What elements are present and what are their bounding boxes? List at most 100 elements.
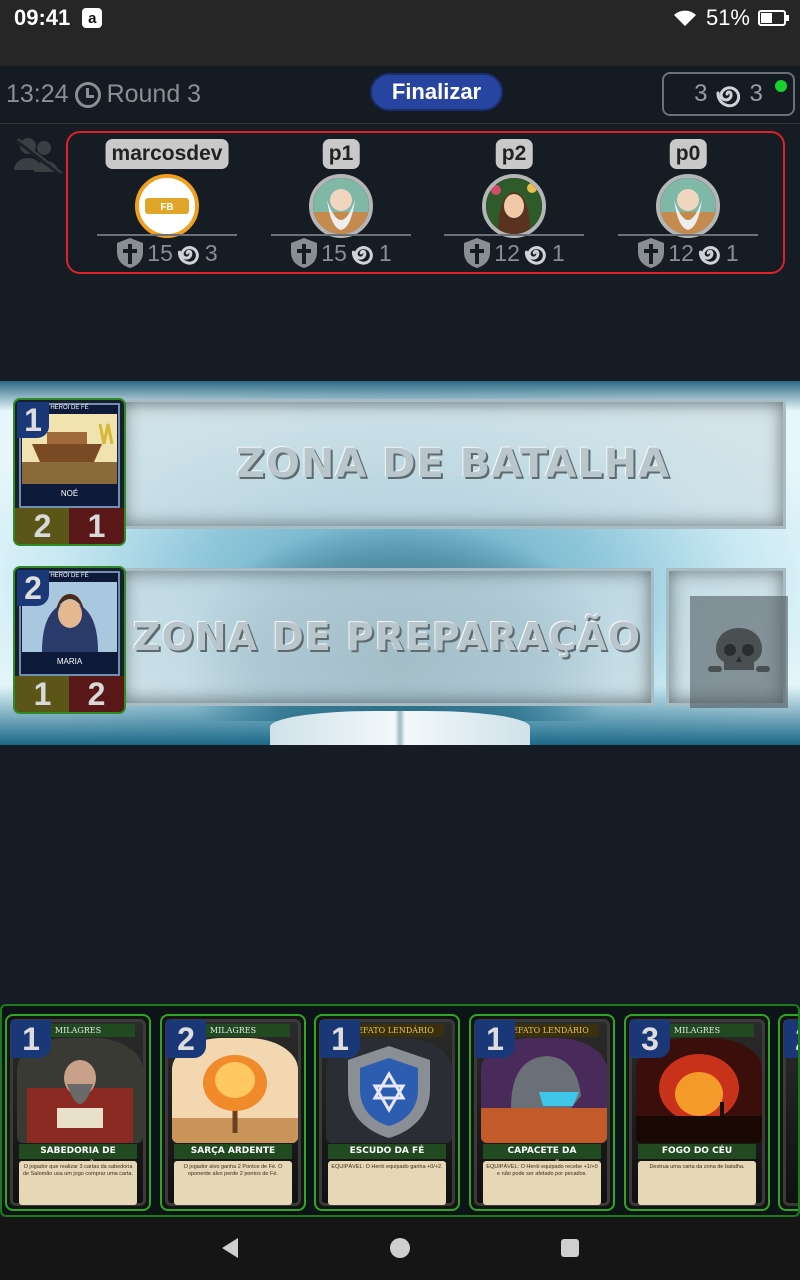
hand-card[interactable]: MILAGRES SARÇA ARDENTE O jogador alvo ga…: [160, 1014, 306, 1211]
shield-cross-icon: [464, 238, 491, 268]
graveyard-pile[interactable]: [690, 596, 788, 708]
battle-zone-label: ZONA DE BATALHA: [235, 441, 671, 487]
spiral-icon: [177, 246, 199, 265]
back-icon[interactable]: [220, 1237, 240, 1259]
player-faith: 12: [668, 239, 694, 266]
hand-card[interactable]: ARTEFATO LENDÁRIO CAPACETE DA SALVAÇÃO E…: [469, 1014, 615, 1211]
shield-cross-icon: [291, 238, 318, 268]
player-name: p2: [495, 139, 533, 169]
online-status-dot: [775, 80, 787, 92]
player-slot[interactable]: p0 12 1: [618, 139, 758, 269]
players-panel: marcosdev FB 15 3 p1 15 1 p2 12 1 p0 12 …: [66, 131, 785, 274]
card-cost: 1: [320, 1020, 360, 1058]
player-divider: [271, 234, 411, 236]
faith-battle-logo-icon: FB: [139, 178, 195, 234]
battle-card[interactable]: HERÓI DE FÉ NOÉ 1 2 1: [13, 398, 126, 546]
player-faith: 12: [494, 239, 520, 266]
spiral-icon: [698, 246, 720, 265]
player-slot[interactable]: marcosdev FB 15 3: [97, 139, 237, 269]
card-cost: 2: [784, 1020, 798, 1058]
player-slot[interactable]: p1 15 1: [271, 139, 411, 269]
player-mana: 3: [204, 239, 218, 266]
card-name: ESCUDO DA FÉ: [328, 1144, 446, 1159]
player-divider: [97, 234, 237, 236]
card-name: NOÉ: [60, 489, 79, 498]
wifi-icon: [673, 10, 696, 26]
player-name: p1: [322, 139, 360, 169]
card-name: MARIA: [56, 657, 83, 666]
spiral-icon: [716, 86, 740, 108]
old-sage-avatar-icon: [660, 178, 716, 234]
navigation-bar: [0, 1217, 800, 1280]
mana-right: 3: [749, 80, 763, 107]
mana-counter[interactable]: 3 3: [662, 72, 795, 116]
player-avatar: [482, 174, 546, 238]
game-screen: 09:41 a 51% 13:24 Round 3 Finalizar 3 3: [0, 0, 800, 1280]
player-divider: [618, 234, 758, 236]
round-label: Round 3: [106, 80, 202, 108]
home-icon[interactable]: [390, 1238, 410, 1258]
open-book-decoration: [270, 711, 530, 745]
timer-value: 13:24: [6, 80, 69, 108]
player-mana: 1: [725, 239, 739, 266]
player-name: marcosdev: [105, 139, 229, 169]
preparation-card[interactable]: HERÓI DE FÉ MARIA 2 1 2: [13, 566, 126, 714]
status-time: 09:41: [14, 5, 71, 30]
old-sage-avatar-icon: [313, 178, 369, 234]
finish-turn-button[interactable]: Finalizar: [370, 73, 503, 111]
card-text: EQUIPÁVEL: O Herói equipado recebe +1/+0…: [483, 1161, 601, 1205]
card-attack: 1: [15, 676, 70, 712]
game-board: ZONA DE BATALHA ZONA DE PREPARAÇÃO HERÓI…: [0, 381, 800, 745]
shield-cross-icon: [117, 238, 144, 268]
hand-card[interactable]: MILAGRES FOGO DO CÉU Destrua uma carta d…: [624, 1014, 770, 1211]
clock-icon: [74, 81, 101, 108]
card-defense: 2: [69, 676, 124, 712]
card-name: SABEDORIA DE SALOMÃO: [19, 1144, 137, 1171]
card-cost: 1: [475, 1020, 515, 1058]
mana-left: 3: [694, 80, 708, 107]
hand-card[interactable]: MILAGRES SABEDORIA DE SALOMÃO O jogador …: [5, 1014, 151, 1211]
amazon-app-icon: a: [82, 8, 103, 28]
player-divider: [444, 234, 584, 236]
player-avatar: [656, 174, 720, 238]
card-name: SARÇA ARDENTE: [174, 1144, 292, 1159]
woman-avatar-icon: [486, 178, 542, 234]
battery-icon: [758, 10, 789, 26]
skull-icon: [708, 628, 770, 672]
player-avatar: [309, 174, 373, 238]
top-bar: 13:24 Round 3 Finalizar 3 3: [0, 66, 800, 124]
hand-card[interactable]: ARTEFATO LENDÁRIO ESCUDO DA FÉ EQUIPÁVEL…: [314, 1014, 460, 1211]
spectators-icon[interactable]: [10, 136, 66, 176]
match-timer: 13:24 Round 3: [6, 80, 201, 109]
battle-zone[interactable]: ZONA DE BATALHA: [120, 399, 786, 529]
card-defense: 1: [69, 508, 124, 544]
shield-cross-icon: [638, 238, 665, 268]
status-right: 51%: [672, 5, 789, 31]
player-stats: 15 1: [273, 237, 409, 269]
player-stats: 15 3: [99, 237, 235, 269]
card-cost: 1: [11, 1020, 51, 1058]
card-attack: 2: [15, 508, 70, 544]
preparation-zone[interactable]: ZONA DE PREPARAÇÃO: [120, 568, 654, 706]
battery-fill: [761, 13, 773, 23]
card-name: CAPACETE DA SALVAÇÃO: [483, 1144, 601, 1171]
card-cost: 2: [17, 570, 49, 606]
status-bar: 09:41 a 51%: [0, 0, 800, 36]
player-mana: 1: [378, 239, 392, 266]
hand-card[interactable]: 2: [778, 1014, 798, 1211]
spiral-icon: [351, 246, 373, 265]
player-faith: 15: [147, 239, 173, 266]
card-text: O jogador que realizar 3 cartas da sabed…: [19, 1161, 137, 1205]
player-faith: 15: [321, 239, 347, 266]
card-text: O jogador alvo ganha 2 Pontos de Fé. O o…: [174, 1161, 292, 1205]
recent-apps-icon[interactable]: [561, 1239, 579, 1257]
player-slot[interactable]: p2 12 1: [444, 139, 584, 269]
spiral-icon: [524, 246, 546, 265]
status-gap: [0, 36, 800, 66]
battery-percent: 51%: [705, 5, 750, 30]
card-cost: 3: [630, 1020, 670, 1058]
player-avatar: FB: [135, 174, 199, 238]
player-stats: 12 1: [446, 237, 582, 269]
card-text: Destrua uma carta da zona de batalha.: [638, 1161, 756, 1205]
card-cost: 2: [166, 1020, 206, 1058]
